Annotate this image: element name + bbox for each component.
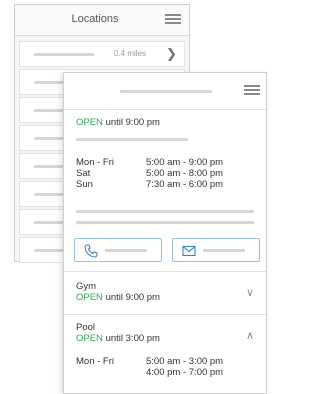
hours-time: 5:00 am - 9:00 pm: [146, 157, 224, 168]
email-label-placeholder: [203, 249, 245, 252]
hours-day: Mon - Fri: [76, 157, 114, 168]
menu-icon[interactable]: [244, 85, 260, 96]
section-name: Gym: [76, 281, 97, 292]
location-distance: 0.4 miles: [114, 49, 147, 58]
section-open-status: OPEN until 9:00 pm: [76, 292, 160, 303]
locations-title: Locations: [71, 13, 119, 25]
phone-icon: [84, 244, 98, 258]
chevron-right-icon: ❯: [166, 46, 177, 61]
hours-time: 5:00 am - 8:00 pm: [146, 168, 224, 179]
location-row[interactable]: 0.4 miles ❯: [19, 41, 185, 67]
locations-header: Locations: [15, 5, 189, 36]
email-button[interactable]: [172, 238, 260, 262]
address-placeholder: [76, 138, 188, 141]
open-label: OPEN: [76, 117, 103, 128]
chevron-up-icon[interactable]: ∧: [246, 329, 254, 342]
section-open-status: OPEN until 3:00 pm: [76, 333, 160, 344]
hours-time: 4:00 pm - 7:00 pm: [146, 367, 224, 378]
hours-day: Sat: [76, 168, 91, 179]
description-placeholder: [76, 210, 254, 213]
open-status: OPEN until 9:00 pm: [76, 117, 160, 128]
open-until: until 3:00 pm: [102, 333, 160, 344]
call-label-placeholder: [105, 249, 147, 252]
hours-day: Mon - Fri: [76, 356, 114, 367]
call-button[interactable]: [74, 238, 162, 262]
open-until: until 9:00 pm: [102, 292, 160, 303]
location-title-placeholder: [120, 90, 212, 93]
detail-header: [64, 73, 266, 110]
location-name-placeholder: [34, 53, 94, 56]
open-label: OPEN: [76, 333, 103, 344]
divider: [64, 314, 266, 315]
mail-icon: [182, 245, 196, 257]
hours-day: Sun: [76, 179, 93, 190]
hours-time: 5:00 am - 3:00 pm: [146, 356, 224, 367]
location-detail-panel: OPEN until 9:00 pm Mon - Fri 5:00 am - 9…: [63, 72, 267, 394]
open-label: OPEN: [76, 292, 103, 303]
chevron-down-icon[interactable]: ∨: [246, 286, 254, 299]
menu-icon[interactable]: [165, 14, 181, 25]
section-name: Pool: [76, 322, 96, 333]
hours-time: 7:30 am - 6:00 pm: [146, 179, 224, 190]
divider: [64, 271, 266, 272]
description-placeholder: [76, 221, 254, 224]
open-until: until 9:00 pm: [102, 117, 160, 128]
